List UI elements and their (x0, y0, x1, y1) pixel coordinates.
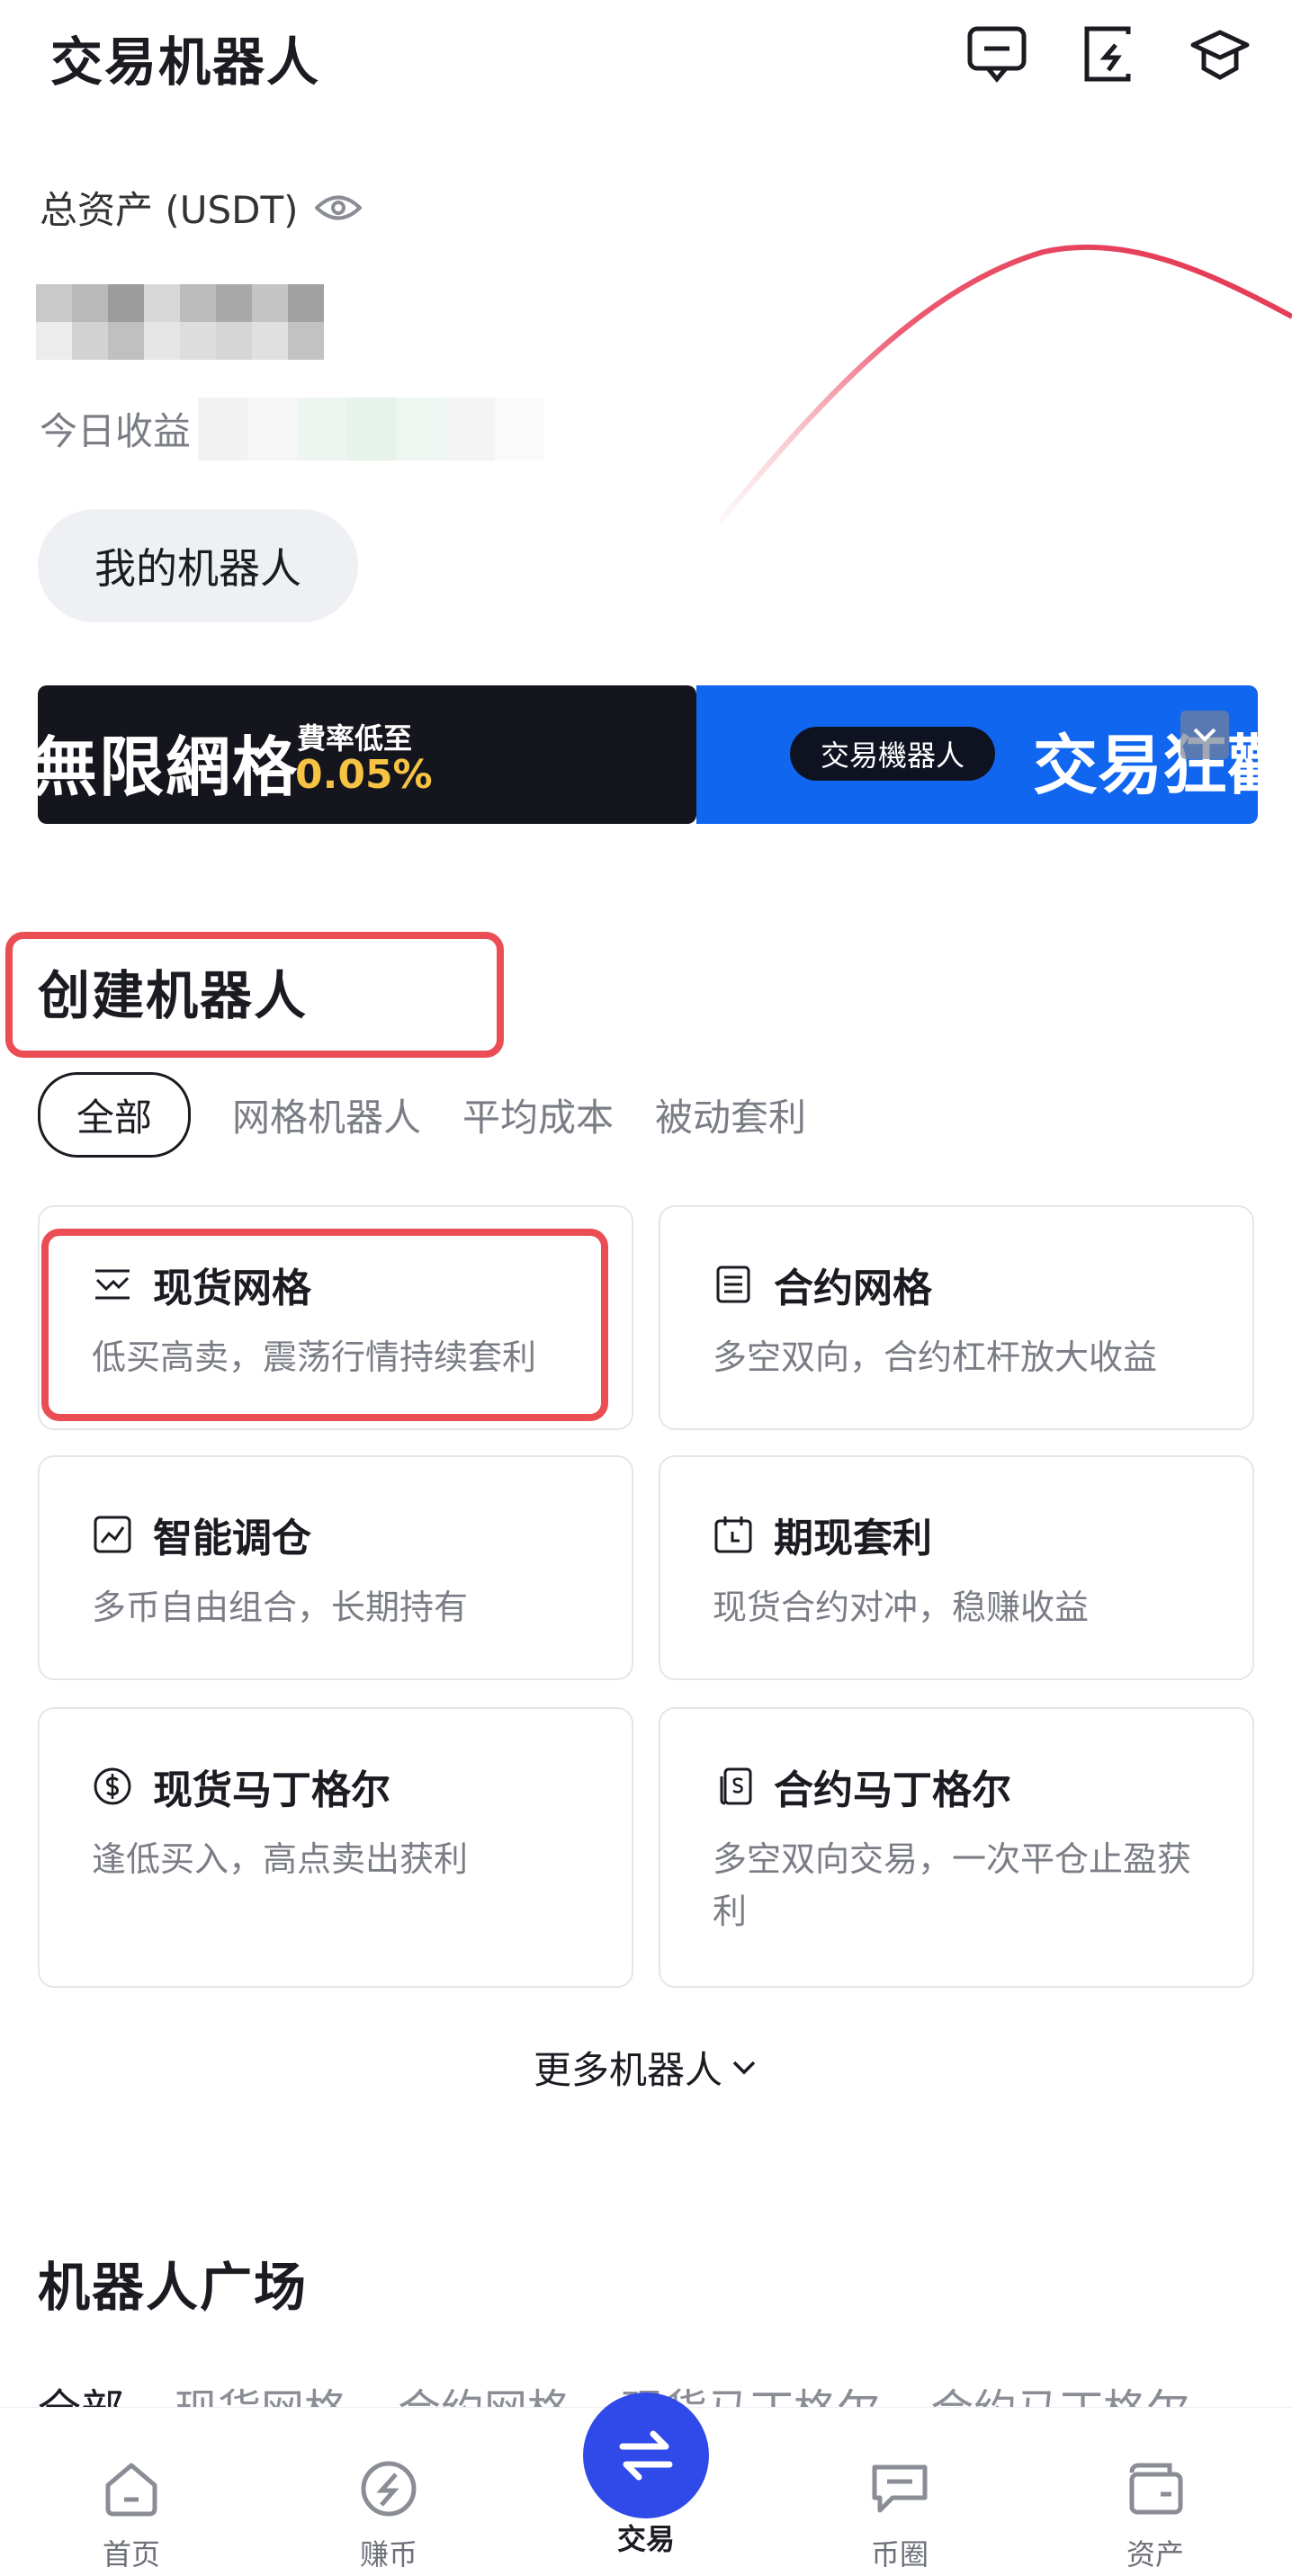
bot-plaza-title: 机器人广场 (38, 2257, 309, 2318)
nav-trade-label: 交易 (616, 2522, 675, 2556)
swap-arrows-icon (619, 2430, 673, 2481)
rebalance-icon (94, 1516, 131, 1553)
dollar-circle-icon (94, 1767, 131, 1805)
top-bar: 交易机器人 (0, 0, 1292, 108)
total-assets-label: 总资产 (USDT) (40, 188, 299, 232)
page-title: 交易机器人 (50, 31, 321, 93)
card-futures-grid[interactable]: 合约网格 多空双向，合约杠杆放大收益 (659, 1205, 1254, 1430)
more-bots-link[interactable]: 更多机器人 (0, 2040, 1292, 2095)
nav-earn[interactable]: 赚币 (299, 2455, 479, 2573)
nav-assets[interactable]: 资产 (1065, 2455, 1245, 2573)
today-pnl-blurred (189, 389, 585, 470)
tab-passive-arbitrage[interactable]: 被动套利 (655, 1087, 806, 1142)
card-spot-martingale[interactable]: 现货马丁格尔 逢低买入，高点卖出获利 (38, 1707, 633, 1988)
my-bots-button[interactable]: 我的机器人 (38, 509, 358, 622)
futures-grid-icon (716, 1266, 750, 1303)
chat-bubble-icon (872, 2464, 928, 2513)
highlight-box-spot-grid (41, 1229, 608, 1421)
eye-icon[interactable] (314, 192, 362, 223)
card-smart-rebalance[interactable]: 智能调仓 多币自由组合，长期持有 (38, 1455, 633, 1680)
earn-icon (361, 2461, 417, 2517)
card-spot-futures-arbitrage[interactable]: 期现套利 现货合约对冲，稳赚收益 (659, 1455, 1254, 1680)
futures-dollar-icon (720, 1767, 752, 1805)
nav-home[interactable]: 首页 (41, 2455, 221, 2573)
home-icon (105, 2463, 157, 2517)
highlight-box-title (5, 932, 504, 1058)
academy-cap-icon[interactable] (1188, 22, 1252, 86)
chevron-down-icon[interactable] (1180, 711, 1229, 759)
wallet-icon (1129, 2463, 1183, 2515)
tab-grid-bots[interactable]: 网格机器人 (232, 1087, 421, 1142)
chevron-down-icon (732, 2061, 756, 2074)
category-tabs: 全部 网格机器人 平均成本 被动套利 (38, 1071, 806, 1158)
total-assets: 总资产 (USDT) (40, 180, 362, 235)
balance-value-blurred (36, 284, 324, 360)
pnl-sparkline (717, 244, 1292, 523)
message-icon[interactable] (965, 22, 1029, 86)
card-futures-martingale[interactable]: 合约马丁格尔 多空双向交易，一次平仓止盈获利 (659, 1707, 1254, 1988)
tab-average-cost[interactable]: 平均成本 (462, 1087, 614, 1142)
promo-banner-infinite-grid[interactable]: 無限網格 費率低至 0.05% (38, 685, 696, 824)
today-pnl-label: 今日收益 (40, 409, 192, 453)
share-icon[interactable] (1076, 22, 1141, 86)
promo-banner-trading-bot[interactable]: 交易機器人 交易狂歡 (696, 685, 1258, 824)
calendar-icon (714, 1516, 752, 1553)
nav-feed[interactable]: 币圈 (810, 2455, 990, 2573)
nav-trade-button[interactable] (583, 2393, 709, 2518)
tab-all[interactable]: 全部 (38, 1071, 192, 1158)
